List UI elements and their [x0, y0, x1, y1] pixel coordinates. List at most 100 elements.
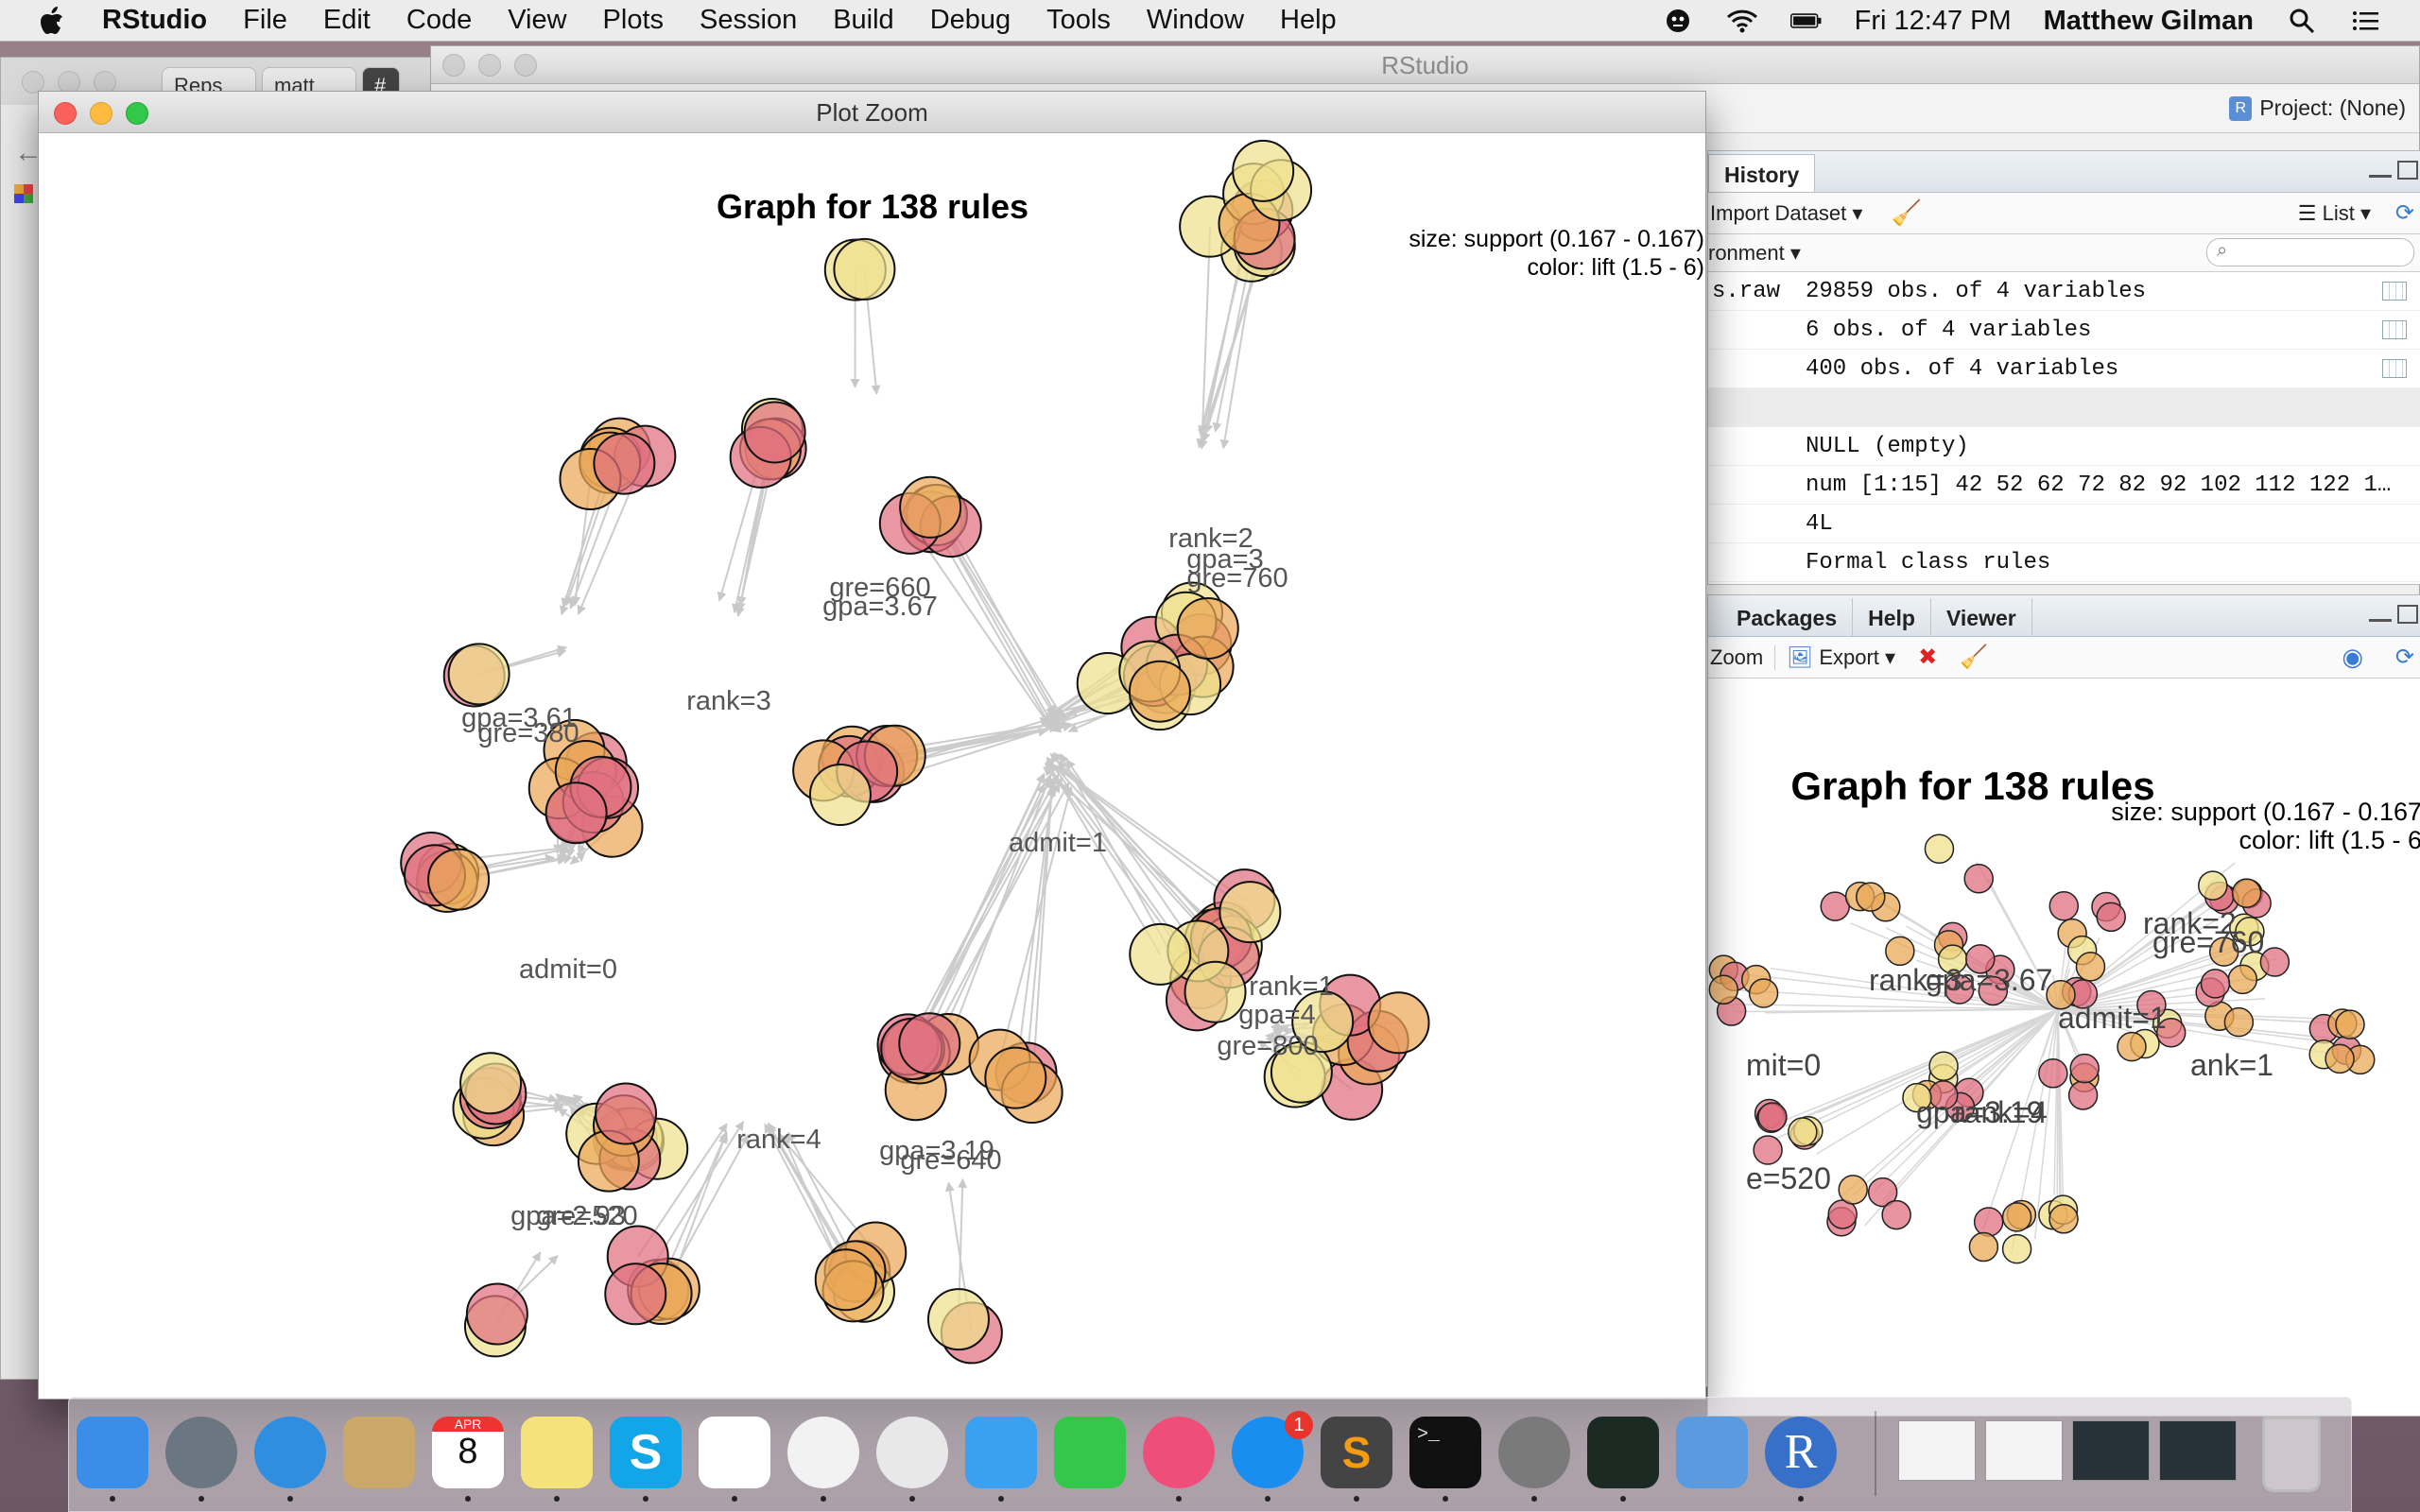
item-node-label: gre=380: [477, 718, 579, 748]
dock-calendar-icon[interactable]: APR 8: [432, 1417, 504, 1488]
table-row[interactable]: 400 obs. of 4 variables: [1708, 350, 2420, 388]
menu-tools[interactable]: Tools: [1046, 5, 1111, 36]
dock-minimized-window[interactable]: [1898, 1420, 1976, 1481]
mini-rule-node: [1881, 1199, 1911, 1230]
minimize-button[interactable]: [90, 102, 112, 125]
dock-running-indicator: [1798, 1496, 1804, 1502]
dock-activity-monitor-icon[interactable]: [1587, 1417, 1659, 1488]
menu-build[interactable]: Build: [833, 5, 894, 36]
status-menu-icon[interactable]: [1662, 8, 1694, 34]
dock-launchpad-icon[interactable]: [165, 1417, 237, 1488]
table-row[interactable]: Formal class rules: [1708, 543, 2420, 582]
dock-safari-icon[interactable]: [254, 1417, 326, 1488]
search-icon: ⌕: [2217, 240, 2228, 261]
dock-photos-icon[interactable]: [787, 1417, 859, 1488]
dock-facetime-icon[interactable]: [1054, 1417, 1126, 1488]
battery-icon[interactable]: [1789, 8, 1823, 34]
apple-menu-icon[interactable]: [40, 6, 64, 35]
minimize-pane-icon[interactable]: [2369, 164, 2392, 178]
tab-viewer[interactable]: Viewer: [1931, 598, 2032, 636]
refresh-icon[interactable]: ⟳: [2395, 199, 2414, 227]
menu-plots[interactable]: Plots: [603, 5, 664, 36]
minimize-pane-icon[interactable]: [2369, 609, 2392, 622]
environment-selector-label: ronment: [1708, 240, 1785, 265]
plot-zoom-titlebar: Plot Zoom: [39, 92, 1705, 133]
spotlight-search-icon[interactable]: [2286, 8, 2318, 34]
dock-sublime-text-icon[interactable]: S: [1321, 1417, 1392, 1488]
view-data-grid-icon[interactable]: [2382, 359, 2407, 378]
tab-history[interactable]: History: [1708, 154, 1816, 192]
dock-skype-icon[interactable]: S: [610, 1417, 682, 1488]
dock-minimized-window[interactable]: [1985, 1420, 2063, 1481]
minimize-button[interactable]: [478, 54, 501, 77]
dock-system-preferences-icon[interactable]: [1498, 1417, 1570, 1488]
dock-running-indicator: [643, 1496, 648, 1502]
dock-notes-icon[interactable]: [521, 1417, 593, 1488]
notification-center-icon[interactable]: [2350, 8, 2382, 34]
dock-finder-icon[interactable]: [77, 1417, 148, 1488]
dock-r-icon[interactable]: R: [1765, 1417, 1837, 1488]
wifi-icon[interactable]: [1726, 8, 1758, 34]
dock-trash-icon[interactable]: [2262, 1417, 2321, 1492]
tab-packages[interactable]: Packages: [1721, 598, 1854, 636]
menu-file[interactable]: File: [243, 5, 287, 36]
mini-item-label: gpa=3.19: [1916, 1095, 2043, 1129]
env-var-value: 4L: [1806, 510, 1833, 537]
dock-reminders-icon[interactable]: [699, 1417, 770, 1488]
dock-mail-icon[interactable]: [343, 1417, 415, 1488]
rule-node: [926, 1288, 990, 1351]
environment-search-input[interactable]: ⌕: [2206, 238, 2414, 266]
menu-code[interactable]: Code: [406, 5, 472, 36]
maximize-pane-icon[interactable]: [2397, 161, 2418, 180]
plot-title: Graph for 138 rules: [717, 187, 1028, 226]
mini-rule-node: [2067, 1080, 2099, 1110]
table-row[interactable]: 4L: [1708, 505, 2420, 543]
table-row[interactable]: s.raw 29859 obs. of 4 variables: [1708, 272, 2420, 311]
project-menu[interactable]: R Project: (None): [2229, 95, 2406, 121]
zoom-button[interactable]: [514, 54, 537, 77]
apps-icon[interactable]: [14, 184, 33, 203]
dock-minimized-window[interactable]: [2072, 1420, 2150, 1481]
menu-debug[interactable]: Debug: [930, 5, 1011, 36]
publish-icon[interactable]: ◉: [2342, 643, 2363, 672]
dock-messages-icon[interactable]: [965, 1417, 1037, 1488]
close-button[interactable]: [442, 54, 465, 77]
mini-rule-node: [1753, 1135, 1783, 1165]
table-row[interactable]: NULL (empty): [1708, 427, 2420, 466]
list-view-button[interactable]: ☰ List ▾: [2298, 201, 2371, 226]
export-button[interactable]: 🖼 Export ▾: [1787, 645, 1895, 670]
dock-chrome-icon[interactable]: [876, 1417, 948, 1488]
maximize-pane-icon[interactable]: [2397, 605, 2418, 624]
menu-view[interactable]: View: [508, 5, 566, 36]
dock-itunes-icon[interactable]: [1143, 1417, 1215, 1488]
dock-keynote-icon[interactable]: [1676, 1417, 1748, 1488]
rule-edge: [907, 778, 1052, 1045]
menu-extras: Fri 12:47 PM Matthew Gilman: [1662, 0, 2382, 42]
tab-help[interactable]: Help: [1853, 598, 1931, 636]
view-data-grid-icon[interactable]: [2382, 282, 2407, 301]
refresh-icon[interactable]: ⟳: [2395, 644, 2414, 671]
table-row[interactable]: num [1:15] 42 52 62 72 82 92 102 112 122…: [1708, 466, 2420, 505]
import-dataset-button[interactable]: Import Dataset ▾: [1710, 201, 1862, 226]
menu-window[interactable]: Window: [1147, 5, 1244, 36]
rule-node: [743, 401, 806, 464]
menu-clock[interactable]: Fri 12:47 PM: [1855, 6, 2012, 37]
environment-selector[interactable]: ronment ▾: [1708, 241, 1801, 266]
menu-app-name[interactable]: RStudio: [102, 5, 207, 36]
rule-node: [1367, 991, 1430, 1055]
menu-help[interactable]: Help: [1280, 5, 1337, 36]
close-button[interactable]: [54, 102, 77, 125]
zoom-button[interactable]: [126, 102, 148, 125]
remove-plot-icon[interactable]: ✖: [1918, 644, 1937, 671]
view-data-grid-icon[interactable]: [2382, 320, 2407, 339]
menu-edit[interactable]: Edit: [323, 5, 371, 36]
menu-session[interactable]: Session: [700, 5, 797, 36]
dock-minimized-window[interactable]: [2159, 1420, 2237, 1481]
table-row[interactable]: 6 obs. of 4 variables: [1708, 311, 2420, 350]
clear-broom-icon[interactable]: 🧹: [1891, 198, 1921, 228]
item-node-label: rank=4: [736, 1125, 821, 1155]
clear-plots-broom-icon[interactable]: 🧹: [1960, 644, 1988, 671]
menu-user-name[interactable]: Matthew Gilman: [2044, 6, 2254, 37]
dock-terminal-icon[interactable]: >_: [1409, 1417, 1481, 1488]
zoom-plot-button[interactable]: Zoom: [1710, 645, 1763, 670]
